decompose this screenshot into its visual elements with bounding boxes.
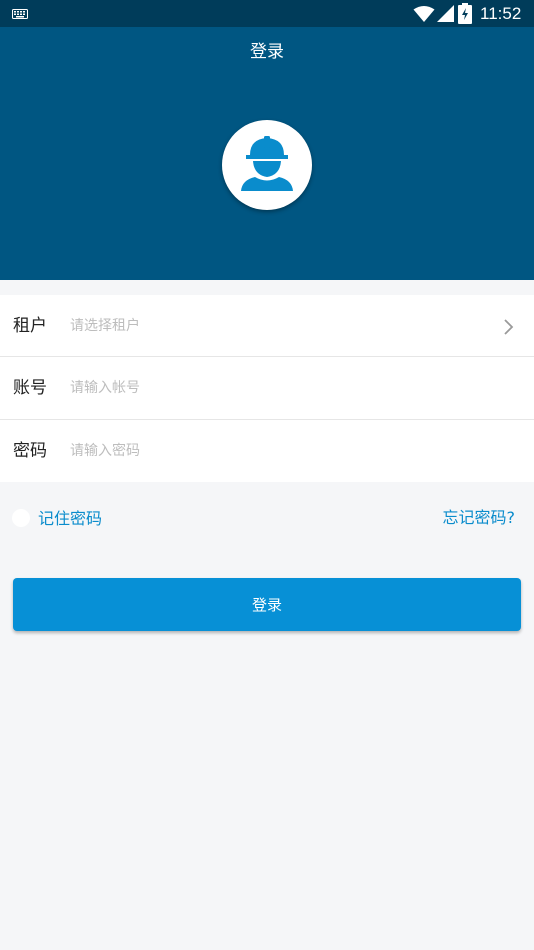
signal-icon: [437, 5, 454, 22]
account-label: 账号: [13, 378, 47, 398]
tenant-label: 租户: [13, 316, 47, 336]
login-header: 登录: [0, 27, 534, 280]
password-row: 密码: [0, 420, 534, 482]
wifi-icon: [413, 6, 435, 22]
battery-icon: [458, 3, 472, 24]
worker-helmet-icon: [241, 136, 293, 191]
tenant-select[interactable]: [70, 312, 490, 340]
password-label: 密码: [13, 441, 47, 461]
avatar: [222, 120, 312, 210]
login-form: 租户 账号 密码: [0, 295, 534, 482]
login-button[interactable]: 登录: [13, 578, 521, 631]
forgot-password-link[interactable]: 忘记密码?: [443, 507, 516, 529]
status-bar: 11:52: [0, 0, 534, 27]
keyboard-icon: [12, 9, 28, 19]
tenant-row[interactable]: 租户: [0, 295, 534, 357]
page-title: 登录: [250, 42, 284, 62]
status-time: 11:52: [480, 4, 522, 23]
account-row: 账号: [0, 357, 534, 420]
chevron-right-icon[interactable]: [503, 318, 515, 336]
password-input[interactable]: [70, 437, 490, 465]
remember-password-label[interactable]: 记住密码: [38, 508, 102, 530]
account-input[interactable]: [70, 374, 490, 402]
remember-password-radio[interactable]: [12, 509, 30, 527]
